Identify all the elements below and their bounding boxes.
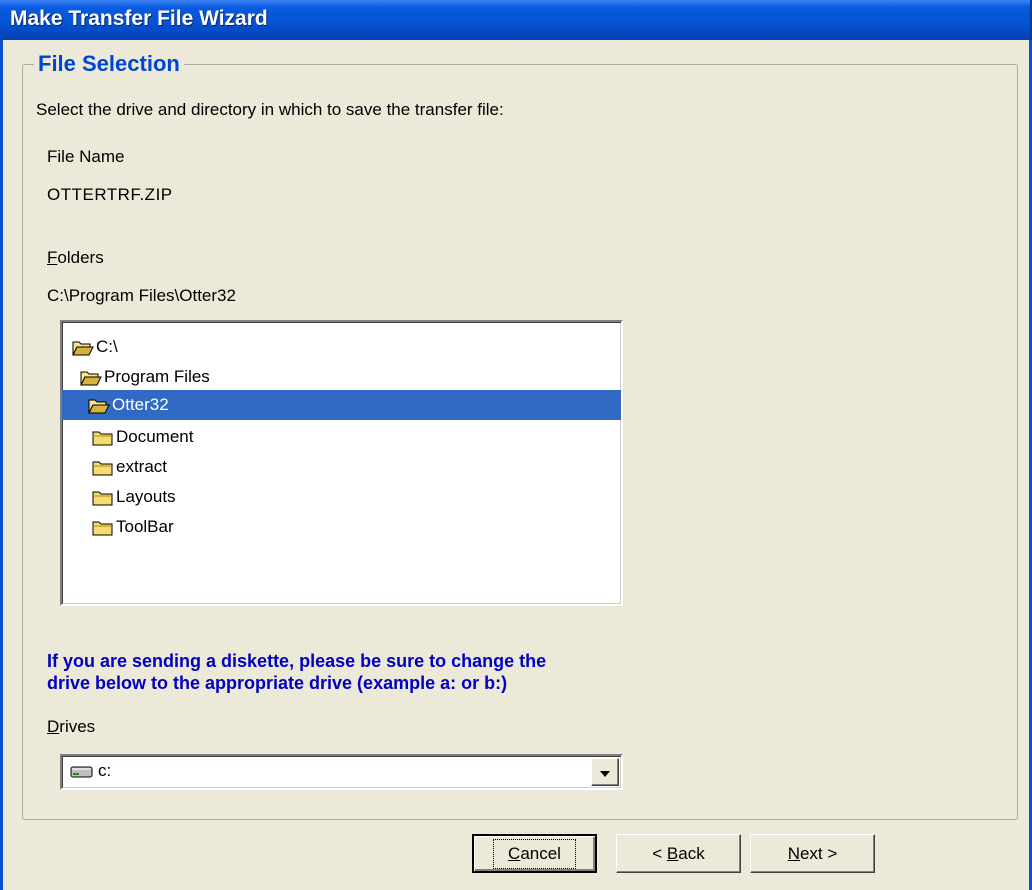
folder-icon <box>92 519 114 536</box>
tree-item-document[interactable]: Document <box>92 422 193 452</box>
group-title: File Selection <box>34 51 184 77</box>
warning-line-1: If you are sending a diskette, please be… <box>47 651 547 671</box>
file-name-value: OTTERTRF.ZIP <box>47 185 173 204</box>
next-accel: N <box>787 843 800 863</box>
folder-icon <box>92 429 114 446</box>
tree-item-label: ToolBar <box>116 517 174 536</box>
window-frame-left <box>0 40 3 890</box>
warning-line-2: drive below to the appropriate drive (ex… <box>47 673 508 693</box>
open-folder-icon <box>72 339 94 356</box>
cancel-accel: C <box>508 843 521 863</box>
hard-drive-icon <box>70 764 94 785</box>
drives-selected-value: c: <box>98 761 112 780</box>
tree-item-c-drive[interactable]: C:\ <box>72 332 118 362</box>
folder-tree[interactable]: C:\ Program Files Otter32 Document extra… <box>60 320 623 606</box>
diskette-warning: If you are sending a diskette, please be… <box>47 650 546 694</box>
folder-icon <box>92 489 114 506</box>
back-accel: B <box>666 843 679 863</box>
tree-item-toolbar[interactable]: ToolBar <box>92 512 174 542</box>
cancel-label-rest: ancel <box>520 843 561 863</box>
folder-icon <box>92 459 114 476</box>
drives-label: Drives <box>47 717 95 737</box>
open-folder-icon <box>88 397 110 414</box>
tree-item-program-files[interactable]: Program Files <box>80 362 210 392</box>
back-button-label: < Back <box>652 844 704 864</box>
tree-item-label: Otter32 <box>112 395 169 414</box>
tree-item-layouts[interactable]: Layouts <box>92 482 176 512</box>
next-label-rest: ext > <box>799 843 838 863</box>
window-title: Make Transfer File Wizard <box>10 7 268 30</box>
drives-label-rest: rives <box>59 717 96 736</box>
cancel-button-label: Cancel <box>493 838 576 869</box>
folders-label: Folders <box>47 248 104 268</box>
next-button[interactable]: Next > <box>750 834 875 873</box>
open-folder-icon <box>80 369 102 386</box>
cancel-button[interactable]: Cancel <box>472 834 597 873</box>
file-name-label: File Name <box>47 147 125 166</box>
back-button[interactable]: < Back <box>616 834 741 873</box>
drives-accel: D <box>47 717 60 736</box>
back-prefix: < <box>652 843 667 863</box>
drives-combobox[interactable]: c: <box>60 754 623 790</box>
tree-item-label: C:\ <box>96 337 118 356</box>
back-label-rest: ack <box>678 843 705 863</box>
tree-item-otter32[interactable]: Otter32 <box>62 390 621 420</box>
next-button-label: Next > <box>788 844 838 864</box>
tree-item-extract[interactable]: extract <box>92 452 167 482</box>
folders-current-path: C:\Program Files\Otter32 <box>47 286 236 305</box>
tree-item-label: Layouts <box>116 487 176 506</box>
folders-label-rest: olders <box>57 248 104 267</box>
tree-item-label: Program Files <box>104 367 210 386</box>
tree-item-label: Document <box>116 427 194 446</box>
drives-dropdown-button[interactable] <box>591 758 619 786</box>
instruction-text: Select the drive and directory in which … <box>36 100 504 119</box>
folders-accel: F <box>47 248 58 267</box>
tree-item-label: extract <box>116 457 168 476</box>
title-bar[interactable]: Make Transfer File Wizard <box>0 0 1032 40</box>
chevron-down-icon <box>600 762 610 782</box>
